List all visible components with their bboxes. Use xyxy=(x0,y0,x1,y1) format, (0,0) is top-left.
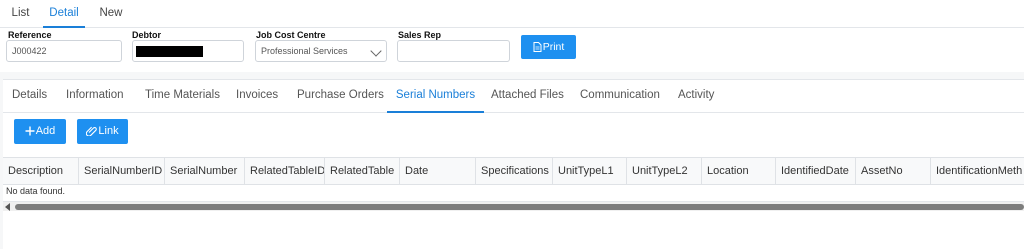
tab-serial-numbers[interactable]: Serial Numbers xyxy=(387,80,484,113)
column-header[interactable]: Specifications xyxy=(476,158,553,184)
detail-panel: Details Information Time Materials Invoi… xyxy=(3,79,1024,249)
tab-new[interactable]: New xyxy=(92,0,130,28)
job-cost-centre-select[interactable]: Professional Services xyxy=(255,40,387,62)
tab-invoices[interactable]: Invoices xyxy=(236,80,278,113)
print-label: Print xyxy=(542,41,565,53)
scrollbar-thumb[interactable] xyxy=(15,204,1024,210)
job-cost-centre-label: Job Cost Centre xyxy=(256,30,326,40)
tab-time-materials[interactable]: Time Materials xyxy=(145,80,220,113)
tab-details[interactable]: Details xyxy=(12,80,47,113)
horizontal-scrollbar[interactable] xyxy=(3,201,1024,211)
column-header[interactable]: RelatedTable xyxy=(325,158,400,184)
plus-icon xyxy=(25,126,35,136)
tab-detail[interactable]: Detail xyxy=(43,0,85,28)
column-header[interactable]: SerialNumberID xyxy=(79,158,165,184)
debtor-label: Debtor xyxy=(132,30,161,40)
document-icon xyxy=(533,42,542,52)
column-header[interactable]: Description xyxy=(3,158,79,184)
tab-attached-files[interactable]: Attached Files xyxy=(491,80,564,113)
debtor-input[interactable] xyxy=(132,40,244,62)
reference-input[interactable]: J000422 xyxy=(6,40,122,62)
sales-rep-label: Sales Rep xyxy=(398,30,442,40)
serial-numbers-grid-header: Description SerialNumberID SerialNumber … xyxy=(3,157,1024,185)
add-label: Add xyxy=(35,125,56,137)
chevron-down-icon xyxy=(370,45,382,57)
print-button[interactable]: Print xyxy=(521,35,576,59)
column-header[interactable]: IdentifiedDate xyxy=(776,158,856,184)
tab-list[interactable]: List xyxy=(4,0,37,28)
column-header[interactable]: RelatedTableID xyxy=(245,158,325,184)
scroll-left-icon[interactable] xyxy=(5,203,10,211)
detail-sub-tabs: Details Information Time Materials Invoi… xyxy=(3,80,1024,113)
tab-activity[interactable]: Activity xyxy=(678,80,714,113)
view-tabs: List Detail New xyxy=(0,0,1024,28)
tab-communication[interactable]: Communication xyxy=(580,80,660,113)
reference-label: Reference xyxy=(8,30,52,40)
column-header[interactable]: UnitTypeL2 xyxy=(627,158,702,184)
link-icon xyxy=(86,126,98,137)
link-button[interactable]: Link xyxy=(77,119,128,144)
link-label: Link xyxy=(98,125,119,137)
column-header[interactable]: UnitTypeL1 xyxy=(553,158,627,184)
column-header[interactable]: IdentificationMeth xyxy=(931,158,1024,184)
column-header[interactable]: AssetNo xyxy=(856,158,931,184)
column-header[interactable]: SerialNumber xyxy=(165,158,245,184)
add-button[interactable]: Add xyxy=(14,119,66,144)
tab-purchase-orders[interactable]: Purchase Orders xyxy=(297,80,384,113)
tab-information[interactable]: Information xyxy=(66,80,124,113)
column-header[interactable]: Location xyxy=(702,158,776,184)
redacted-debtor xyxy=(136,46,203,57)
empty-state-text: No data found. xyxy=(6,186,66,196)
column-header[interactable]: Date xyxy=(400,158,476,184)
job-cost-centre-value: Professional Services xyxy=(261,46,348,56)
job-header-form: Reference J000422 Debtor Job Cost Centre… xyxy=(0,28,1024,72)
sales-rep-input[interactable] xyxy=(397,40,510,62)
